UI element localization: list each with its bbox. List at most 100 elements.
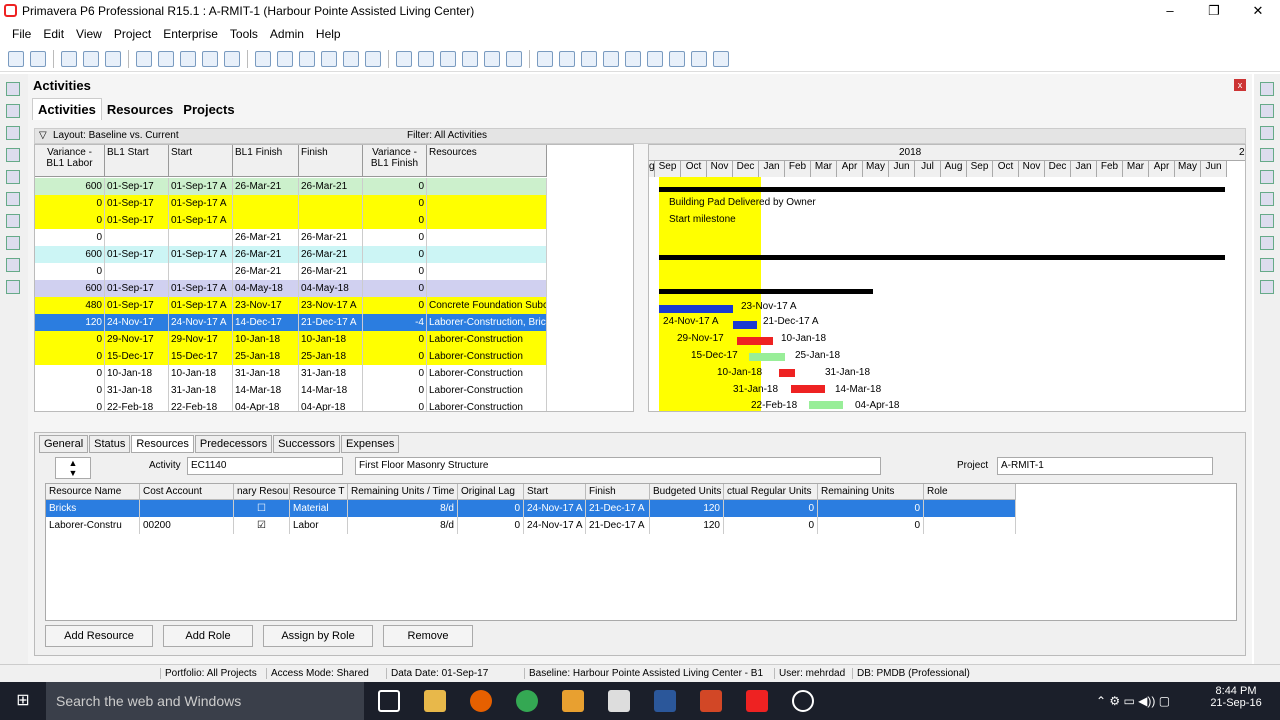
cell-finish[interactable]: 23-Nov-17 A (299, 297, 363, 314)
filter-icon[interactable] (321, 51, 337, 67)
activity-row[interactable]: 0 26-Mar-21 26-Mar-21 0 (35, 229, 547, 246)
cell-bl1-finish[interactable]: 14-Dec-17 (233, 314, 299, 331)
rcol-header-start[interactable]: Start (524, 484, 586, 500)
tray-icons[interactable]: ⌃ ⚙ ▭ ◀)) ▢ (1096, 694, 1170, 708)
tab-activities[interactable]: Activities (32, 98, 102, 120)
gantt-bar[interactable] (779, 369, 795, 377)
cell-variance-labor[interactable]: 0 (35, 348, 105, 365)
wbs-nav-icon[interactable] (6, 104, 20, 118)
cell-bl1-start[interactable]: 01-Sep-17 (105, 280, 169, 297)
cell-bl1-finish[interactable]: 26-Mar-21 (233, 229, 299, 246)
rcol-header-role[interactable]: Role (924, 484, 1016, 500)
table-icon[interactable] (158, 51, 174, 67)
cell-finish[interactable]: 26-Mar-21 (299, 263, 363, 280)
cell-bl1-start[interactable]: 24-Nov-17 (105, 314, 169, 331)
assign-by-role-button[interactable]: Assign by Role (263, 625, 373, 647)
panel-close-icon[interactable]: x (1234, 79, 1246, 91)
store-icon[interactable] (484, 51, 500, 67)
thresholds-nav-icon[interactable] (6, 236, 20, 250)
cell-finish[interactable]: 21-Dec-17 A (299, 314, 363, 331)
menu-enterprise[interactable]: Enterprise (163, 27, 218, 41)
chevron-down-icon[interactable]: ▽ (39, 130, 47, 141)
zoom-out-icon[interactable] (559, 51, 575, 67)
network-icon[interactable] (202, 51, 218, 67)
assign-resource-icon[interactable] (1260, 192, 1274, 206)
projects-nav-icon[interactable] (6, 82, 20, 96)
rcol-header-cost-account[interactable]: Cost Account (140, 484, 234, 500)
cell-variance-labor[interactable]: 600 (35, 178, 105, 195)
rcell-remaining-units-time[interactable]: 8/d (348, 500, 458, 517)
cell-start[interactable] (169, 229, 233, 246)
rcol-header-remaining-units[interactable]: Remaining Units (818, 484, 924, 500)
cell-variance-finish[interactable]: 0 (363, 263, 427, 280)
cell-bl1-start[interactable]: 01-Sep-17 (105, 246, 169, 263)
activity-row[interactable]: 600 01-Sep-17 01-Sep-17 A 04-May-18 04-May-1… (35, 280, 547, 297)
layout-bar[interactable]: ▽ Layout: Baseline vs. Current Filter: A… (34, 128, 1246, 144)
activity-row[interactable]: 0 15-Dec-17 15-Dec-17 25-Jan-18 25-Jan-18 0 La… (35, 348, 547, 365)
rcell-resource-name[interactable]: Laborer-Constru (46, 517, 140, 534)
cell-resources[interactable]: Laborer-Construction (427, 365, 547, 382)
grid-icon[interactable] (277, 51, 293, 67)
activity-row[interactable]: 0 26-Mar-21 26-Mar-21 0 (35, 263, 547, 280)
cell-variance-finish[interactable]: 0 (363, 331, 427, 348)
cell-start[interactable]: 10-Jan-18 (169, 365, 233, 382)
cell-variance-finish[interactable]: 0 (363, 195, 427, 212)
primavera-taskbar-icon[interactable] (746, 690, 768, 712)
cell-resources[interactable] (427, 280, 547, 297)
activity-row[interactable]: 0 31-Jan-18 31-Jan-18 14-Mar-18 14-Mar-18 0 La… (35, 382, 547, 399)
menu-file[interactable]: File (12, 27, 31, 41)
rcol-header-remaining-units-time[interactable]: Remaining Units / Time (348, 484, 458, 500)
file-explorer-icon[interactable] (424, 690, 446, 712)
cell-bl1-finish[interactable]: 04-Apr-18 (233, 399, 299, 411)
maximize-button[interactable]: ❐ (1192, 0, 1236, 22)
spreadsheet-icon[interactable] (224, 51, 240, 67)
cell-bl1-start[interactable] (105, 229, 169, 246)
taskbar-search[interactable]: Search the web and Windows (46, 682, 364, 720)
split-icon[interactable] (647, 51, 663, 67)
rcol-header-resource-type[interactable]: Resource T (290, 484, 348, 500)
rcol-header-original-lag[interactable]: Original Lag (458, 484, 524, 500)
task-view-icon[interactable] (378, 690, 400, 712)
cell-resources[interactable] (427, 263, 547, 280)
cell-bl1-start[interactable]: 10-Jan-18 (105, 365, 169, 382)
cell-bl1-finish[interactable] (233, 195, 299, 212)
cell-bl1-finish[interactable]: 04-May-18 (233, 280, 299, 297)
minimize-button[interactable]: – (1148, 0, 1192, 22)
cell-resources[interactable] (427, 178, 547, 195)
group-icon[interactable] (299, 51, 315, 67)
col-header-variance-finish[interactable]: Variance - BL1 Finish (363, 145, 427, 177)
cell-variance-labor[interactable]: 0 (35, 195, 105, 212)
layout-icon[interactable] (83, 51, 99, 67)
dtab-status[interactable]: Status (89, 435, 131, 453)
move-down-icon[interactable] (1260, 280, 1274, 294)
cell-resources[interactable]: Laborer-Construction, Brick (427, 314, 547, 331)
rcol-header-actual-regular-units[interactable]: ctual Regular Units (724, 484, 818, 500)
cell-finish[interactable]: 26-Mar-21 (299, 229, 363, 246)
dtab-resources[interactable]: Resources (131, 435, 194, 453)
cell-resources[interactable]: Laborer-Construction (427, 382, 547, 399)
cell-variance-finish[interactable]: 0 (363, 178, 427, 195)
cell-bl1-finish[interactable]: 26-Mar-21 (233, 246, 299, 263)
remove-button[interactable]: Remove (383, 625, 473, 647)
cell-variance-finish[interactable]: -4 (363, 314, 427, 331)
gantt-bar[interactable] (737, 337, 773, 345)
menu-tools[interactable]: Tools (230, 27, 258, 41)
activity-row[interactable]: 0 10-Jan-18 10-Jan-18 31-Jan-18 31-Jan-18 0 La… (35, 365, 547, 382)
rcell-resource-name[interactable]: Bricks (46, 500, 140, 517)
cell-start[interactable]: 31-Jan-18 (169, 382, 233, 399)
rcell-cost-account[interactable] (140, 500, 234, 517)
delete-icon[interactable] (1260, 104, 1274, 118)
cell-bl1-finish[interactable]: 31-Jan-18 (233, 365, 299, 382)
help-icon[interactable] (691, 51, 707, 67)
copy-icon[interactable] (136, 51, 152, 67)
cell-resources[interactable] (427, 246, 547, 263)
schedule-icon[interactable] (396, 51, 412, 67)
zoom-in-icon[interactable] (537, 51, 553, 67)
reports-nav-icon[interactable] (6, 258, 20, 272)
cell-start[interactable]: 01-Sep-17 A (169, 212, 233, 229)
gantt-bar[interactable] (733, 321, 757, 329)
cell-bl1-start[interactable]: 01-Sep-17 (105, 212, 169, 229)
activity-id-field[interactable]: EC1140 (187, 457, 343, 475)
cell-variance-labor[interactable]: 480 (35, 297, 105, 314)
rcell-primary-resource[interactable]: ☐ (234, 500, 290, 517)
